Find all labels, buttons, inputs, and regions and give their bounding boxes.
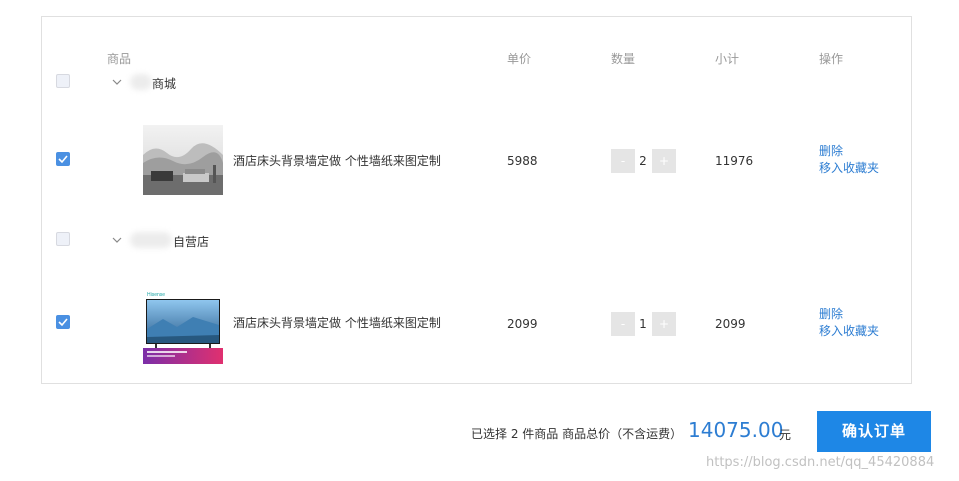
header-unit-price: 单价 bbox=[507, 52, 532, 66]
checkmark-icon bbox=[58, 318, 68, 327]
move-to-favorites-link[interactable]: 移入收藏夹 bbox=[819, 322, 879, 339]
chevron-down-icon[interactable] bbox=[112, 77, 122, 87]
delete-link[interactable]: 删除 bbox=[819, 305, 843, 322]
store-checkbox[interactable] bbox=[56, 232, 70, 246]
header-subtotal: 小计 bbox=[715, 52, 740, 66]
unit-price: 5988 bbox=[507, 154, 538, 168]
store-name[interactable]: 商城 bbox=[152, 75, 176, 92]
increase-quantity-button[interactable]: + bbox=[652, 312, 676, 336]
chevron-down-icon[interactable] bbox=[112, 235, 122, 245]
item-checkbox[interactable] bbox=[56, 315, 70, 329]
selection-summary: 已选择 2 件商品 商品总价（不含运费） bbox=[471, 427, 683, 441]
move-to-favorites-link[interactable]: 移入收藏夹 bbox=[819, 159, 879, 176]
confirm-order-button[interactable]: 确认订单 bbox=[817, 411, 931, 452]
svg-text:Hisense: Hisense bbox=[147, 292, 165, 298]
decrease-quantity-button[interactable]: - bbox=[611, 312, 635, 336]
redacted-store-name bbox=[130, 74, 152, 90]
checkmark-icon bbox=[58, 155, 68, 164]
increase-quantity-button[interactable]: + bbox=[652, 149, 676, 173]
redacted-store-name bbox=[130, 232, 172, 248]
quantity-value[interactable]: 2 bbox=[635, 149, 651, 173]
misty-mountain-mural-icon[interactable] bbox=[143, 125, 223, 195]
total-amount: 14075.00 bbox=[688, 418, 784, 442]
watermark: https://blog.csdn.net/qq_45420884 bbox=[706, 455, 935, 470]
hisense-tv-icon[interactable]: Hisense bbox=[143, 289, 223, 364]
quantity-value[interactable]: 1 bbox=[635, 312, 651, 336]
subtotal: 2099 bbox=[715, 317, 746, 331]
product-name[interactable]: 酒店床头背景墙定做 个性墙纸来图定制 bbox=[233, 152, 441, 169]
header-actions: 操作 bbox=[819, 52, 844, 66]
subtotal: 11976 bbox=[715, 154, 754, 168]
delete-link[interactable]: 删除 bbox=[819, 142, 843, 159]
header-product: 商品 bbox=[107, 52, 132, 66]
item-checkbox[interactable] bbox=[56, 152, 70, 166]
store-checkbox[interactable] bbox=[56, 74, 70, 88]
cart-table: 商品 单价 数量 小计 操作 商城 酒店床头背景墙定做 个性墙纸来图定制 598… bbox=[41, 16, 912, 384]
header-quantity: 数量 bbox=[611, 52, 636, 66]
store-name[interactable]: 自营店 bbox=[173, 233, 209, 250]
unit-price: 2099 bbox=[507, 317, 538, 331]
currency-label: 元 bbox=[779, 428, 792, 442]
product-name[interactable]: 酒店床头背景墙定做 个性墙纸来图定制 bbox=[233, 314, 441, 331]
decrease-quantity-button[interactable]: - bbox=[611, 149, 635, 173]
